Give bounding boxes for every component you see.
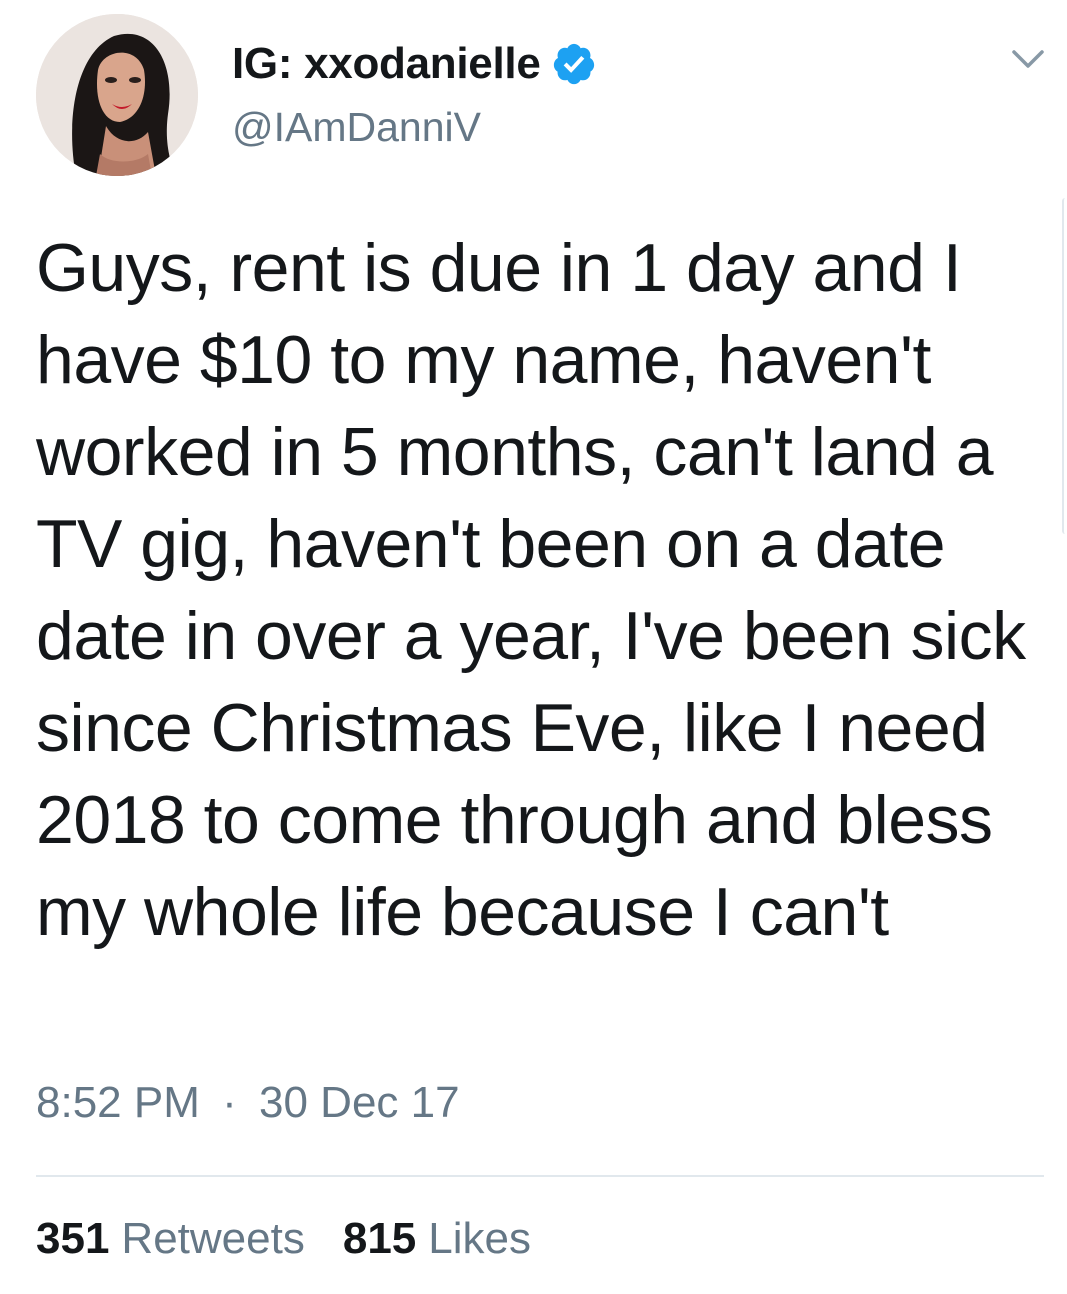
likes-count: 815 [342,1214,417,1263]
likes-label: Likes [428,1214,531,1263]
timestamp[interactable]: 8:52 PM · 30 Dec 17 [36,1078,460,1128]
author-name-row[interactable]: IG: xxodanielle [232,38,597,90]
avatar-photo [36,14,198,176]
timestamp-separator: · [222,1078,237,1127]
tweet-time: 8:52 PM [36,1078,200,1127]
author-handle[interactable]: @IAmDanniV [232,104,481,151]
likes-stat[interactable]: 815 Likes [343,1214,531,1264]
scrollbar[interactable] [1062,198,1067,534]
avatar[interactable] [36,14,198,176]
tweet-date: 30 Dec 17 [259,1078,460,1127]
divider [36,1175,1044,1177]
verified-badge-icon [551,41,597,87]
display-name[interactable]: IG: xxodanielle [232,39,541,89]
engagement-stats: 351 Retweets 815 Likes [36,1214,531,1264]
chevron-down-icon[interactable] [1008,44,1048,74]
tweet-detail: IG: xxodanielle @IAmDanniV Guys, rent is… [0,0,1067,1294]
retweets-label: Retweets [121,1214,305,1263]
retweets-stat[interactable]: 351 Retweets [36,1214,305,1264]
tweet-text: Guys, rent is due in 1 day and I have $1… [36,230,1026,950]
retweets-count: 351 [36,1214,110,1263]
